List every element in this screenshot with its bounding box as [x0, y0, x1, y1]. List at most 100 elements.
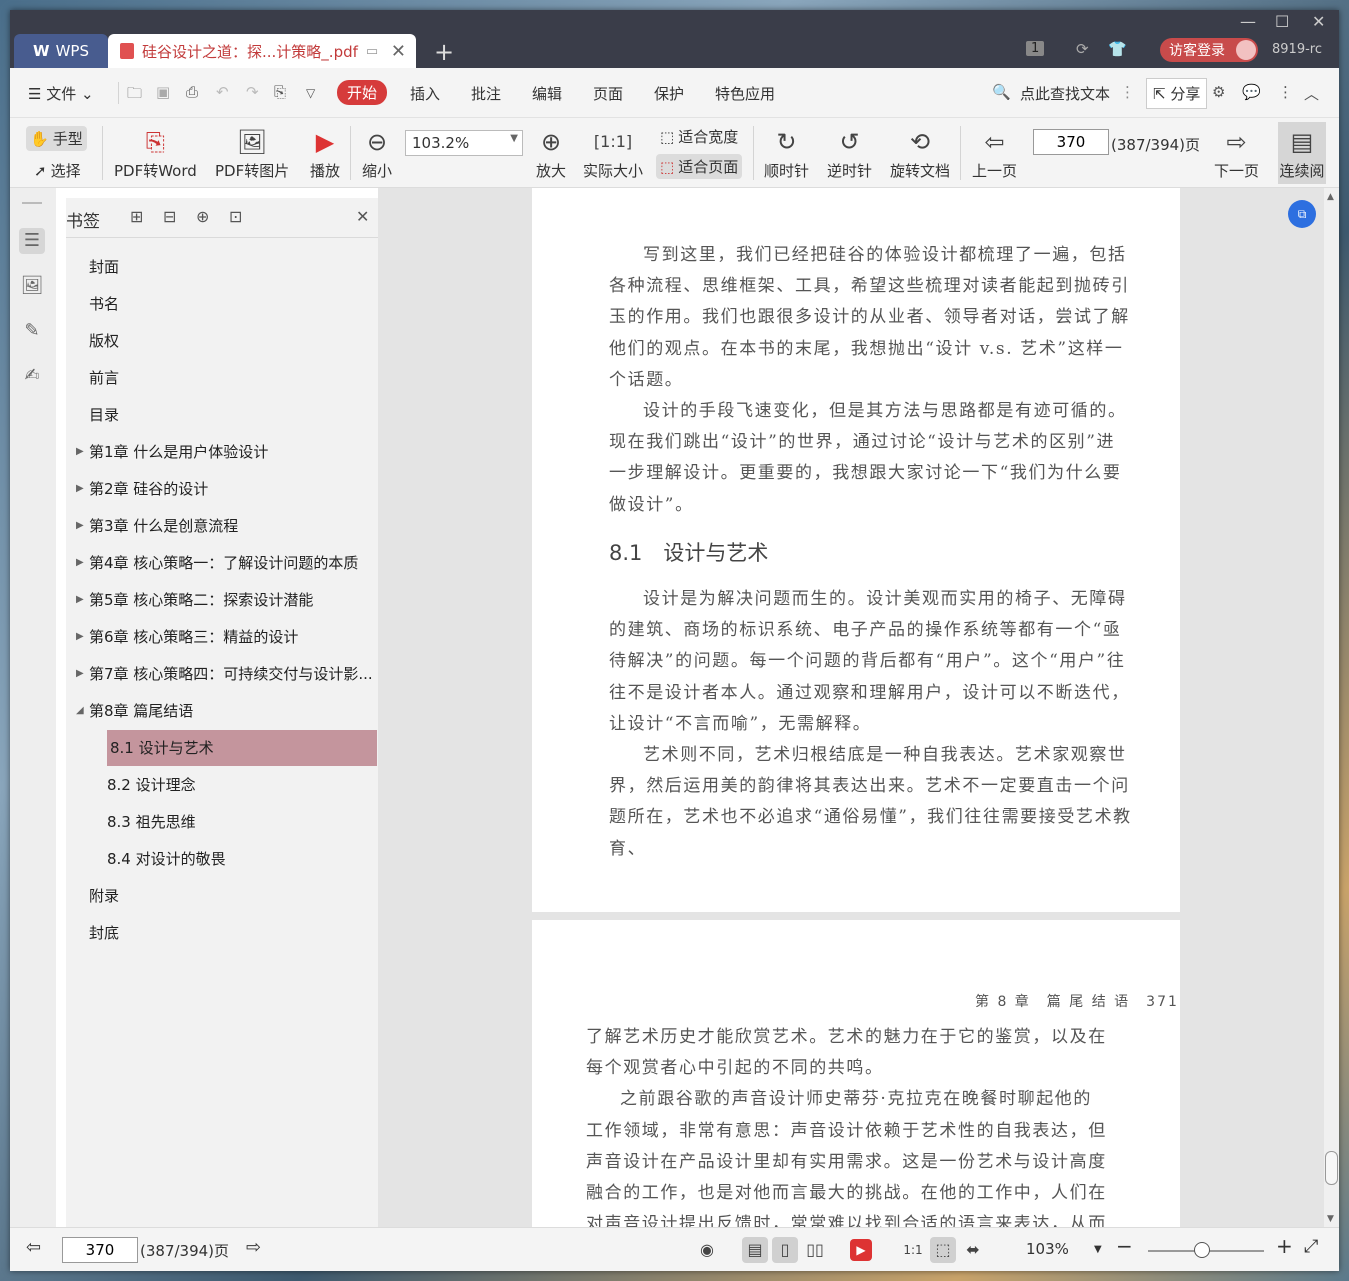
- close-panel-icon[interactable]: ✕: [356, 207, 369, 226]
- rotate-clockwise-button[interactable]: ↻ 顺时针: [764, 126, 809, 181]
- bookmark-item[interactable]: 封面: [89, 249, 119, 285]
- scroll-down-icon[interactable]: ▼: [1327, 1214, 1334, 1224]
- share-button[interactable]: ⇱ 分享: [1146, 78, 1208, 109]
- more-vertical-icon[interactable]: ⋮: [1120, 83, 1135, 101]
- two-page-icon[interactable]: ▯▯: [802, 1237, 828, 1263]
- bookmark-item[interactable]: ▶ 第1章 什么是用户体验设计: [76, 434, 268, 470]
- menu-start[interactable]: 开始: [337, 80, 388, 105]
- export-icon[interactable]: ⎘: [274, 83, 286, 101]
- more-options-icon[interactable]: ⋮: [1278, 83, 1293, 101]
- cloud-sync-icon[interactable]: ⟳: [1076, 40, 1089, 58]
- open-file-icon[interactable]: 🗀: [127, 83, 142, 108]
- file-menu[interactable]: ☰ 文件 ⌄: [28, 83, 94, 104]
- select-tool-button[interactable]: ➚ 选择: [30, 158, 85, 183]
- prev-page-icon[interactable]: ⇦: [26, 1237, 41, 1258]
- print-icon[interactable]: ⎙: [186, 83, 198, 101]
- skin-icon[interactable]: 👕: [1108, 40, 1127, 58]
- expand-arrow-icon[interactable]: ▶: [76, 434, 84, 470]
- fullscreen-icon[interactable]: ⤢: [1304, 1236, 1318, 1257]
- zoom-out-button[interactable]: ⊖ 缩小: [362, 126, 392, 181]
- page-number-input[interactable]: 370: [1033, 129, 1109, 155]
- drag-handle[interactable]: [22, 202, 42, 204]
- save-icon[interactable]: ▣: [156, 83, 170, 101]
- expand-arrow-icon[interactable]: ▶: [76, 508, 84, 544]
- single-page-icon[interactable]: ▯: [772, 1237, 798, 1263]
- bookmark-item[interactable]: ◢ 第8章 篇尾结语: [76, 693, 193, 729]
- undo-icon[interactable]: ↶: [216, 83, 229, 101]
- bookmark-item[interactable]: 8.4 对设计的敬畏: [107, 841, 226, 877]
- collapse-ribbon-icon[interactable]: ︿: [1304, 83, 1319, 104]
- next-page-icon[interactable]: ⇨: [246, 1237, 261, 1258]
- monitor-icon[interactable]: ▭: [366, 44, 378, 59]
- expand-arrow-icon[interactable]: ▶: [76, 545, 84, 581]
- expand-arrow-icon[interactable]: ▶: [76, 656, 84, 692]
- rotate-counter-button[interactable]: ↺ 逆时针: [827, 126, 872, 181]
- float-tool-icon[interactable]: ⧉: [1288, 200, 1316, 228]
- menu-edit[interactable]: 编辑: [532, 83, 562, 104]
- fit-width-button[interactable]: ⬚ 适合宽度: [656, 124, 742, 149]
- bookmark-item[interactable]: ▶ 第6章 核心策略三：精益的设计: [76, 619, 298, 655]
- status-page-input[interactable]: 370: [62, 1237, 138, 1263]
- bookmark-item[interactable]: 封底: [89, 915, 119, 951]
- comment-icon[interactable]: 💬: [1242, 83, 1261, 101]
- continuous-read-button[interactable]: ▤ 连续阅: [1278, 122, 1326, 184]
- settings-icon[interactable]: ⚙: [1212, 83, 1225, 101]
- zoom-slider-knob[interactable]: [1194, 1242, 1210, 1258]
- bookmark-item[interactable]: 附录: [89, 878, 119, 914]
- zoom-plus-icon[interactable]: +: [1276, 1234, 1293, 1258]
- add-bookmark-icon[interactable]: ⊕: [196, 207, 209, 226]
- menu-special[interactable]: 特色应用: [715, 83, 775, 104]
- collapse-all-icon[interactable]: ⊟: [163, 207, 176, 226]
- minimize-icon[interactable]: —: [1240, 12, 1256, 31]
- zoom-in-button[interactable]: ⊕ 放大: [536, 126, 566, 181]
- bookmark-item[interactable]: ▶ 第3章 什么是创意流程: [76, 508, 238, 544]
- guest-login-button[interactable]: 访客登录: [1160, 38, 1258, 62]
- signature-panel-icon[interactable]: ✍: [19, 363, 45, 389]
- bookmark-options-icon[interactable]: ⊡: [229, 207, 242, 226]
- fit-width-icon[interactable]: ⬌: [960, 1237, 986, 1263]
- bookmark-item[interactable]: 书名: [89, 286, 119, 322]
- expand-arrow-icon[interactable]: ▶: [76, 619, 84, 655]
- bookmark-item[interactable]: ▶ 第7章 核心策略四：可持续交付与设计影...: [76, 656, 373, 692]
- eye-protect-icon[interactable]: ◉: [694, 1237, 720, 1263]
- zoom-level[interactable]: 103%: [1026, 1240, 1069, 1258]
- wps-home-tab[interactable]: W WPS: [14, 34, 108, 68]
- zoom-dropdown-icon[interactable]: ▼: [1094, 1244, 1102, 1255]
- menu-insert[interactable]: 插入: [410, 83, 440, 104]
- scroll-up-icon[interactable]: ▲: [1327, 192, 1334, 202]
- bookmark-item[interactable]: ▶ 第5章 核心策略二：探索设计潜能: [76, 582, 313, 618]
- window-count-badge[interactable]: 1: [1026, 41, 1045, 56]
- actual-size-icon[interactable]: 1:1: [900, 1237, 926, 1263]
- more-quick-icon[interactable]: ▽: [306, 86, 315, 100]
- zoom-select[interactable]: 103.2% ▼: [405, 130, 523, 156]
- annotation-panel-icon[interactable]: ✎: [19, 318, 45, 344]
- fit-page-button[interactable]: ⬚ 适合页面: [656, 154, 743, 179]
- expand-arrow-icon[interactable]: ▶: [76, 471, 84, 507]
- bookmark-item[interactable]: ▶ 第4章 核心策略一：了解设计问题的本质: [76, 545, 358, 581]
- fit-page-icon[interactable]: ⬚: [930, 1237, 956, 1263]
- pdf-to-image-button[interactable]: 🖼 PDF转图片: [215, 126, 289, 181]
- bookmark-item[interactable]: 8.1 设计与艺术: [107, 730, 377, 766]
- find-text-field[interactable]: 点此查找文本: [1020, 83, 1110, 104]
- maximize-icon[interactable]: ☐: [1275, 12, 1289, 31]
- redo-icon[interactable]: ↷: [246, 83, 259, 101]
- zoom-minus-icon[interactable]: −: [1116, 1234, 1133, 1258]
- play-slideshow-icon[interactable]: ▶: [850, 1239, 872, 1261]
- bookmark-item[interactable]: 8.3 祖先思维: [107, 804, 196, 840]
- bookmark-item[interactable]: 目录: [89, 397, 119, 433]
- document-tab[interactable]: 硅谷设计之道：探...计策略_.pdf ▭ ✕: [108, 34, 416, 68]
- vertical-scrollbar[interactable]: ▲ ▼: [1324, 188, 1339, 1227]
- prev-page-button[interactable]: ⇦ 上一页: [972, 126, 1017, 181]
- new-tab-button[interactable]: +: [434, 38, 454, 66]
- continuous-view-icon[interactable]: ▤: [742, 1237, 768, 1263]
- rotate-document-button[interactable]: ⟲ 旋转文档: [890, 126, 950, 181]
- bookmark-item[interactable]: 前言: [89, 360, 119, 396]
- menu-annotate[interactable]: 批注: [471, 83, 501, 104]
- scrollbar-thumb[interactable]: [1325, 1151, 1338, 1185]
- collapse-arrow-icon[interactable]: ◢: [76, 693, 84, 729]
- play-button[interactable]: ▶ 播放: [310, 126, 340, 181]
- bookmark-item[interactable]: ▶ 第2章 硅谷的设计: [76, 471, 208, 507]
- expand-all-icon[interactable]: ⊞: [130, 207, 143, 226]
- menu-protect[interactable]: 保护: [654, 83, 684, 104]
- next-page-button[interactable]: ⇨ 下一页: [1214, 126, 1259, 181]
